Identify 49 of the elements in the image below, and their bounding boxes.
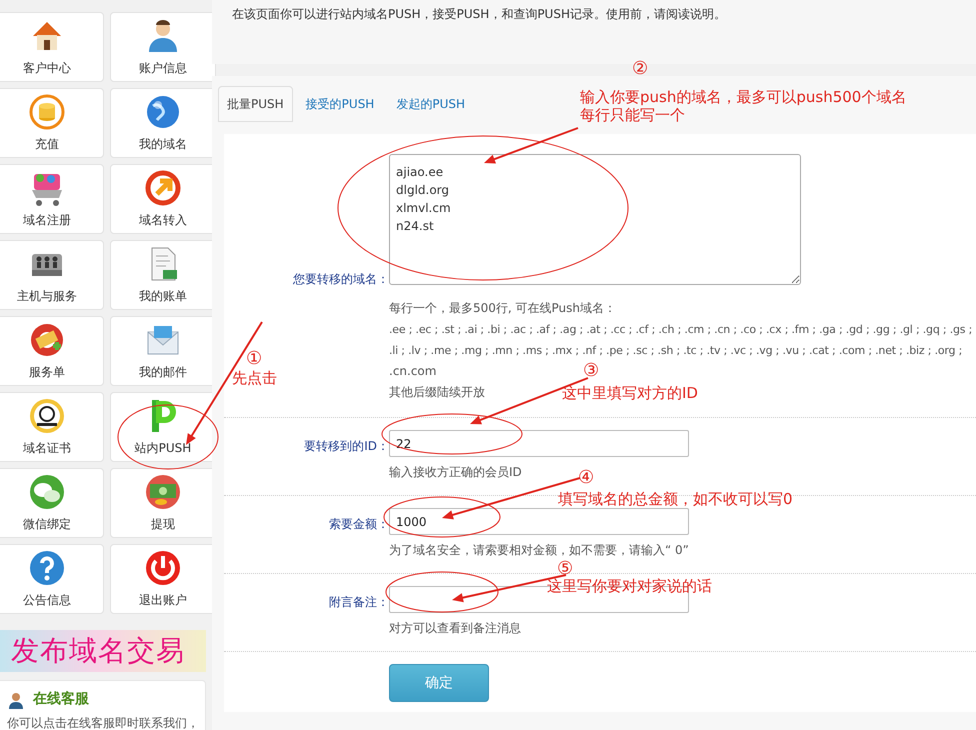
menu-tile[interactable]: 域名证书 (0, 392, 104, 462)
tab[interactable]: 批量PUSH (218, 86, 293, 122)
field-label: 要转移到的ID： (303, 438, 389, 454)
annotation-text: 每行只能写一个 (580, 107, 685, 124)
menu-tile[interactable]: 服务单 (0, 316, 104, 386)
menu-tile[interactable]: 微信绑定 (0, 468, 104, 538)
annotation-text: 这里写你要对对家说的话 (547, 578, 712, 595)
menu-tile[interactable]: 主机与服务 (0, 240, 104, 310)
menu-tile[interactable]: 公告信息 (0, 544, 104, 614)
chat-bubbles-icon (27, 472, 67, 512)
help-icon (27, 548, 67, 588)
seal-icon (27, 396, 67, 436)
power-icon (143, 548, 183, 588)
help-text: .cn.com (389, 364, 436, 378)
help-text: .ee ; .ec ; .st ; .ai ; .bi ; .ac ; .af ; .ag ; .at ; .cc ; .cf ; .ch ; .cm ; .cn ; .co ; .cx ; .fm ; .ga ; .gd ; .gg ; .gl ; .gq ; .gs ; (389, 323, 972, 336)
menu-tile[interactable]: 账户信息 (110, 12, 216, 82)
tab[interactable]: 接受的PUSH (296, 86, 384, 122)
coins-icon (27, 92, 67, 132)
annotation-text: 先点击 (232, 370, 277, 387)
domain-list-field[interactable]: ajiao.ee dlgld.org xlmvl.cm n24.st (389, 154, 801, 285)
help-text: 对方可以查看到备注消息 (389, 620, 521, 637)
help-text: 为了域名安全，请索要相对金额，如不需要，请输入“ 0” (389, 542, 689, 559)
annotation-text: 填写域名的总金额，如不收可以写0 (558, 491, 793, 508)
arrow-circle-icon (143, 168, 183, 208)
annotation-text: 这中里填写对方的ID (562, 385, 698, 402)
intro-text: 在该页面你可以进行站内域名PUSH，接受PUSH，和查询PUSH记录。使用前，请阅读说明。 (232, 7, 726, 21)
annotation-number: ① (246, 350, 262, 368)
annotation-number: ③ (583, 362, 600, 380)
annotation-text: 输入你要push的域名，最多可以push500个域名 (580, 89, 906, 106)
menu-tile[interactable]: 客户中心 (0, 12, 104, 82)
help-text: 每行一个，最多500行, 可在线Push域名： (389, 301, 616, 315)
field-label: 附言备注： (328, 594, 389, 610)
tab[interactable]: 发起的PUSH (387, 86, 474, 122)
annotation-number: ⑤ (557, 560, 574, 578)
field-label: 您要转移的域名： (292, 270, 389, 288)
field-label: 索要金额： (328, 516, 389, 532)
annotation-number: ④ (578, 469, 594, 487)
menu-tile[interactable]: 域名注册 (0, 164, 104, 234)
annotation-number: ② (632, 60, 648, 78)
menu-tile[interactable]: 充值 (0, 88, 104, 158)
money-icon (143, 472, 183, 512)
service-title: 在线客服 (33, 690, 89, 709)
help-text: 其他后缀陆续开放 (389, 385, 485, 399)
help-text: .li ; .lv ; .me ; .mg ; .mn ; .ms ; .mx ; .nf ; .pe ; .sc ; .sh ; .tc ; .tv ; .vc ; .vg ; .vu ; .cat ; .com ; .net ; .biz ; .org ; (389, 344, 962, 357)
banner-ad: 发布域名交易 (0, 630, 206, 672)
help-text: 输入接收方正确的会员ID (389, 464, 522, 481)
text-field[interactable]: 1000 (389, 508, 689, 535)
service-text: 你可以点击在线客服即时联系我们， (7, 715, 197, 730)
agent-icon (7, 690, 25, 708)
